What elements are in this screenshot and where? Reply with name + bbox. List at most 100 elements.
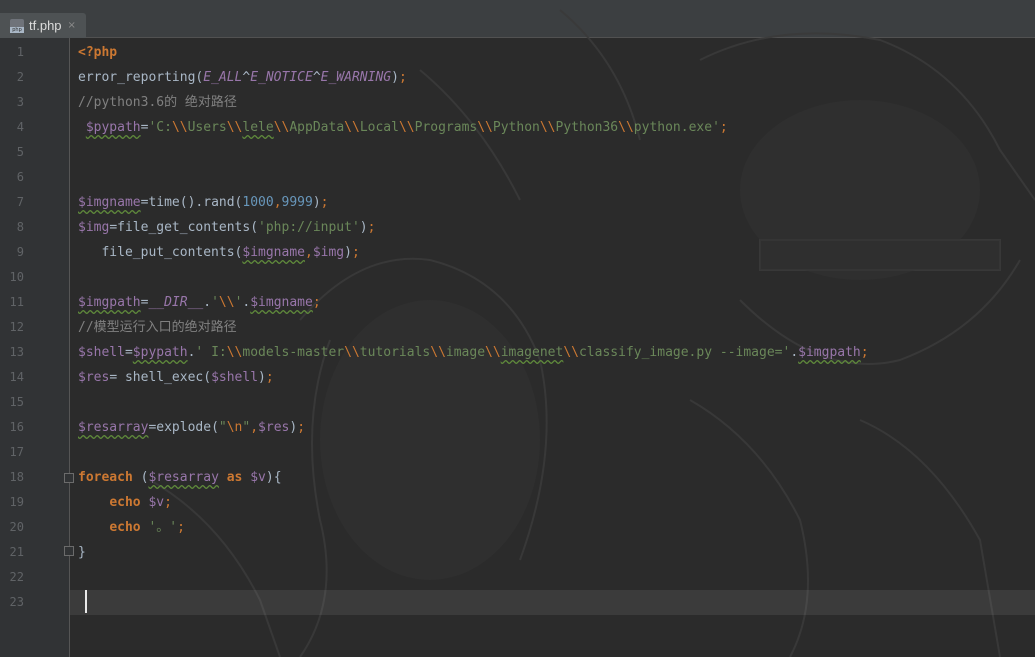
code-token: ; [177, 520, 185, 535]
code-token: ) [344, 245, 352, 260]
code-token: \\ [398, 120, 415, 135]
code-token: //python3.6的 绝对路径 [78, 95, 237, 110]
code-line[interactable]: file_put_contents($imgname,$img); [78, 240, 360, 265]
code-token: $v [148, 495, 165, 510]
code-token: Python36 [555, 120, 619, 135]
code-token: ) [289, 420, 298, 435]
line-number: 17 [9, 445, 24, 459]
line-number: 15 [9, 395, 24, 409]
code-line[interactable]: $resarray=explode("\n",$res); [78, 415, 305, 440]
code-line[interactable]: $imgpath=__DIR__.'\\'.$imgname; [78, 290, 321, 315]
code-line[interactable]: $res= shell_exec($shell); [78, 365, 274, 390]
code-line[interactable]: $imgname=time().rand(1000,9999); [78, 190, 329, 215]
code-token: python.exe' [633, 120, 720, 135]
php-file-icon [10, 18, 24, 33]
line-number: 11 [9, 295, 24, 309]
code-token: ; [351, 245, 360, 260]
code-token: classify_image.py --image=' [578, 345, 791, 360]
code-token: ) [258, 370, 266, 385]
code-token: '。' [148, 520, 178, 535]
code-token: " [218, 420, 227, 435]
code-token: $pypath [132, 345, 188, 360]
line-number: 5 [16, 145, 24, 159]
tab-tf-php[interactable]: tf.php × [0, 13, 86, 38]
code-token: ( [132, 470, 149, 485]
fold-toggle-icon[interactable] [64, 546, 74, 556]
code-token: \\ [618, 120, 634, 135]
code-line[interactable]: } [78, 540, 86, 565]
code-token: image [445, 345, 486, 360]
line-number: 18 [9, 470, 24, 484]
code-token: file_put_contents( [78, 245, 243, 260]
code-token: Python [492, 120, 540, 135]
code-line[interactable]: foreach ($resarray as $v){ [78, 465, 282, 490]
code-token: <?php [78, 45, 118, 60]
code-token: 1000 [242, 195, 274, 210]
code-token: ; [297, 420, 306, 435]
code-line[interactable]: echo $v; [78, 490, 172, 515]
code-line[interactable]: $shell=$pypath.' I:\\models-master\\tuto… [78, 340, 869, 365]
code-token: error_reporting( [78, 70, 204, 85]
code-token: __DIR__ [148, 295, 204, 310]
code-line[interactable]: <?php [78, 40, 117, 65]
fold-toggle-icon[interactable] [64, 473, 74, 483]
line-number: 3 [16, 95, 24, 109]
code-token: =explode( [148, 420, 219, 435]
code-token: } [78, 545, 86, 560]
code-token: AppData [289, 120, 345, 135]
code-line[interactable]: $img=file_get_contents('php://input'); [78, 215, 375, 240]
code-token: $imgname [250, 295, 313, 310]
code-token: ^ [312, 70, 321, 85]
line-number: 10 [9, 270, 24, 284]
code-token: ; [164, 495, 172, 510]
code-token: \\ [171, 120, 188, 135]
code-token: \\ [485, 345, 501, 360]
code-token: =time(). [140, 195, 204, 210]
code-token: =file_get_contents( [109, 220, 259, 235]
code-token: rand( [203, 195, 243, 210]
line-number: 9 [16, 245, 24, 259]
code-token: E_WARNING [320, 70, 392, 85]
line-number: 13 [9, 345, 24, 359]
line-number: 23 [9, 595, 24, 609]
code-token: , [273, 195, 282, 210]
line-number: 2 [16, 70, 24, 84]
code-token: $imgname [78, 195, 141, 210]
code-token: Programs [414, 120, 478, 135]
code-line[interactable]: //python3.6的 绝对路径 [78, 90, 237, 115]
text-caret [85, 590, 87, 613]
code-token: E_NOTICE [250, 70, 313, 85]
code-token: \\ [218, 295, 235, 310]
code-token: echo [109, 495, 141, 510]
code-line[interactable]: error_reporting(E_ALL^E_NOTICE^E_WARNING… [78, 65, 407, 90]
code-token: ' [211, 295, 219, 310]
tab-label: tf.php [29, 18, 62, 33]
code-token: 'php://input' [258, 220, 360, 235]
line-number: 21 [9, 545, 24, 559]
code-token: \\ [344, 345, 360, 360]
close-icon[interactable]: × [68, 20, 76, 31]
code-token: //模型运行入口的绝对路径 [78, 320, 237, 335]
line-number: 8 [16, 220, 24, 234]
line-number: 20 [9, 520, 24, 534]
code-token: models-master [242, 345, 345, 360]
code-token: $resarray [78, 420, 149, 435]
code-line[interactable]: //模型运行入口的绝对路径 [78, 315, 237, 340]
code-token: 9999 [281, 195, 313, 210]
code-line[interactable]: $pypath='C:\\Users\\lele\\AppData\\Local… [78, 115, 728, 140]
code-token: as [226, 470, 243, 485]
code-token: ){ [265, 470, 282, 485]
code-token: $pypath [85, 120, 141, 135]
code-token: foreach [78, 470, 133, 485]
code-token: Users [187, 120, 227, 135]
code-token: \n [226, 420, 243, 435]
code-token: lele [242, 120, 274, 135]
code-token: \\ [344, 120, 360, 135]
line-number: 14 [9, 370, 24, 384]
line-number: 4 [16, 120, 24, 134]
code-line[interactable]: echo '。'; [78, 515, 185, 540]
code-token: echo [109, 520, 141, 535]
